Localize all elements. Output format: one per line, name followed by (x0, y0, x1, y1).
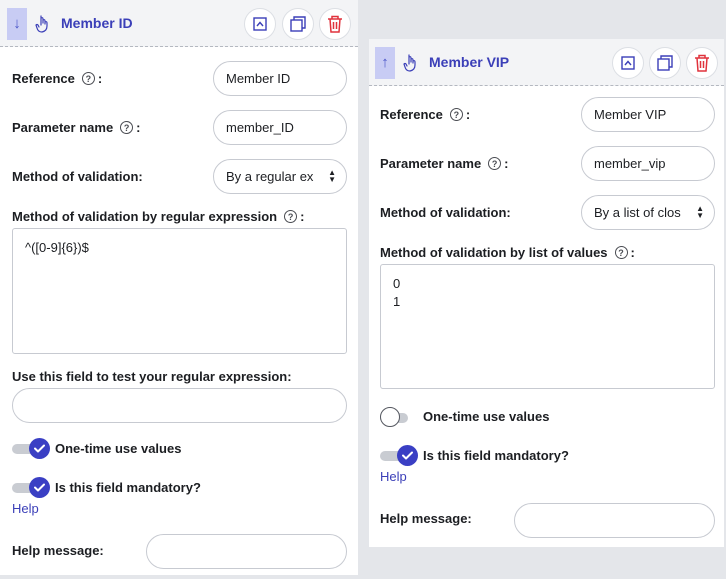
parameter-name-input[interactable]: member_ID (213, 110, 347, 145)
help-icon[interactable]: ? (120, 121, 134, 134)
mandatory-label: Is this field mandatory? (423, 448, 569, 463)
card-title: Member VIP (429, 54, 510, 70)
help-message-input[interactable] (514, 503, 715, 538)
mandatory-label: Is this field mandatory? (55, 480, 201, 495)
delete-button[interactable] (319, 8, 351, 40)
mandatory-toggle[interactable] (380, 445, 422, 467)
card-header: ↑ Member VIP (369, 39, 724, 86)
duplicate-button[interactable] (282, 8, 314, 40)
test-field-label: Use this field to test your regular expr… (12, 369, 292, 384)
method-label: Method of validation: (380, 205, 511, 220)
trash-icon (328, 15, 342, 33)
parameter-name-input[interactable]: member_vip (581, 146, 715, 181)
help-link[interactable]: Help (12, 501, 39, 516)
method-select[interactable]: By a regular ex ▲ ▼ (213, 159, 347, 194)
help-link[interactable]: Help (380, 469, 407, 484)
help-message-input[interactable] (146, 534, 347, 569)
reference-label: Reference?: (12, 71, 103, 86)
hand-pointer-icon (403, 54, 416, 72)
collapse-button[interactable] (244, 8, 276, 40)
one-time-use-toggle[interactable] (380, 407, 422, 429)
help-message-label: Help message: (12, 543, 104, 558)
toggle-knob (397, 445, 418, 466)
regex-test-input[interactable] (12, 388, 347, 423)
regex-textarea[interactable]: ^([0-9]{6})$ (12, 228, 347, 354)
arrow-up-icon: ↑ (381, 54, 389, 71)
parameter-name-label: Parameter name?: (380, 156, 509, 171)
method-select[interactable]: By a list of clos ▲ ▼ (581, 195, 715, 230)
delete-button[interactable] (686, 47, 718, 79)
check-icon (34, 444, 45, 453)
one-time-use-label: One-time use values (55, 441, 182, 456)
help-icon[interactable]: ? (81, 72, 95, 85)
reference-label: Reference?: (380, 107, 471, 122)
one-time-use-toggle[interactable] (12, 438, 54, 460)
toggle-knob (29, 438, 50, 459)
move-down-button[interactable]: ↓ (7, 8, 27, 40)
duplicate-button[interactable] (649, 47, 681, 79)
help-message-label: Help message: (380, 511, 472, 526)
hand-pointer-icon (35, 15, 48, 33)
one-time-use-label: One-time use values (423, 409, 550, 424)
field-card-member-id: ↓ Member ID Reference?: Member ID Parame… (0, 0, 358, 575)
collapse-icon (253, 17, 267, 31)
field-card-member-vip: ↑ Member VIP Reference?: Member VIP Para… (369, 39, 724, 547)
reference-input[interactable]: Member ID (213, 61, 347, 96)
card-header: ↓ Member ID (0, 0, 358, 47)
regex-label: Method of validation by regular expressi… (12, 209, 305, 224)
collapse-button[interactable] (612, 47, 644, 79)
list-values-textarea[interactable]: 0 1 (380, 264, 715, 389)
help-icon[interactable]: ? (284, 210, 298, 223)
collapse-icon (621, 56, 635, 70)
trash-icon (695, 54, 709, 72)
method-select-value: By a regular ex (226, 169, 314, 184)
help-icon[interactable]: ? (449, 108, 463, 121)
duplicate-icon (657, 55, 673, 71)
help-icon[interactable]: ? (614, 246, 628, 259)
check-icon (34, 483, 45, 492)
select-arrows-icon: ▲ ▼ (328, 168, 336, 184)
toggle-knob (380, 407, 400, 427)
method-label: Method of validation: (12, 169, 143, 184)
select-arrows-icon: ▲ ▼ (696, 204, 704, 220)
reference-input[interactable]: Member VIP (581, 97, 715, 132)
duplicate-icon (290, 16, 306, 32)
list-values-label: Method of validation by list of values?: (380, 245, 635, 260)
arrow-down-icon: ↓ (13, 15, 21, 32)
move-up-button[interactable]: ↑ (375, 47, 395, 79)
help-icon[interactable]: ? (488, 157, 502, 170)
mandatory-toggle[interactable] (12, 477, 54, 499)
method-select-value: By a list of clos (594, 205, 681, 220)
card-title: Member ID (61, 15, 133, 31)
parameter-name-label: Parameter name?: (12, 120, 141, 135)
check-icon (402, 451, 413, 460)
toggle-knob (29, 477, 50, 498)
